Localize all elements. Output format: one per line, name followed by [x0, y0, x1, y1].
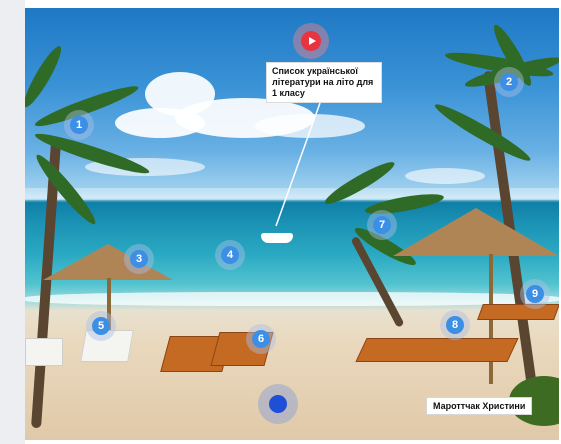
play-button[interactable]: [293, 23, 329, 59]
hotspot-3[interactable]: 3: [124, 244, 154, 274]
hotspot-number: 3: [130, 250, 148, 268]
hotspot-7[interactable]: 7: [367, 210, 397, 240]
hotspot-number: 9: [526, 285, 544, 303]
hotspot-number: 5: [92, 317, 110, 335]
author-label: Мароттчак Христини: [426, 397, 533, 415]
hotspot-number: 6: [252, 330, 270, 348]
hotspot-number: 2: [500, 73, 518, 91]
record-button[interactable]: [258, 384, 298, 424]
hotspot-9[interactable]: 9: [520, 279, 550, 309]
callout-label: Список української літератури на літо дл…: [266, 62, 382, 103]
hotspot-1[interactable]: 1: [64, 110, 94, 140]
hotspot-6[interactable]: 6: [246, 324, 276, 354]
hotspot-5[interactable]: 5: [86, 311, 116, 341]
hotspot-number: 8: [446, 316, 464, 334]
record-icon: [269, 395, 287, 413]
hotspot-number: 4: [221, 246, 239, 264]
play-icon: [301, 31, 321, 51]
hotspot-number: 7: [373, 216, 391, 234]
hotspot-number: 1: [70, 116, 88, 134]
hotspot-4[interactable]: 4: [215, 240, 245, 270]
hotspot-8[interactable]: 8: [440, 310, 470, 340]
hotspot-2[interactable]: 2: [494, 67, 524, 97]
